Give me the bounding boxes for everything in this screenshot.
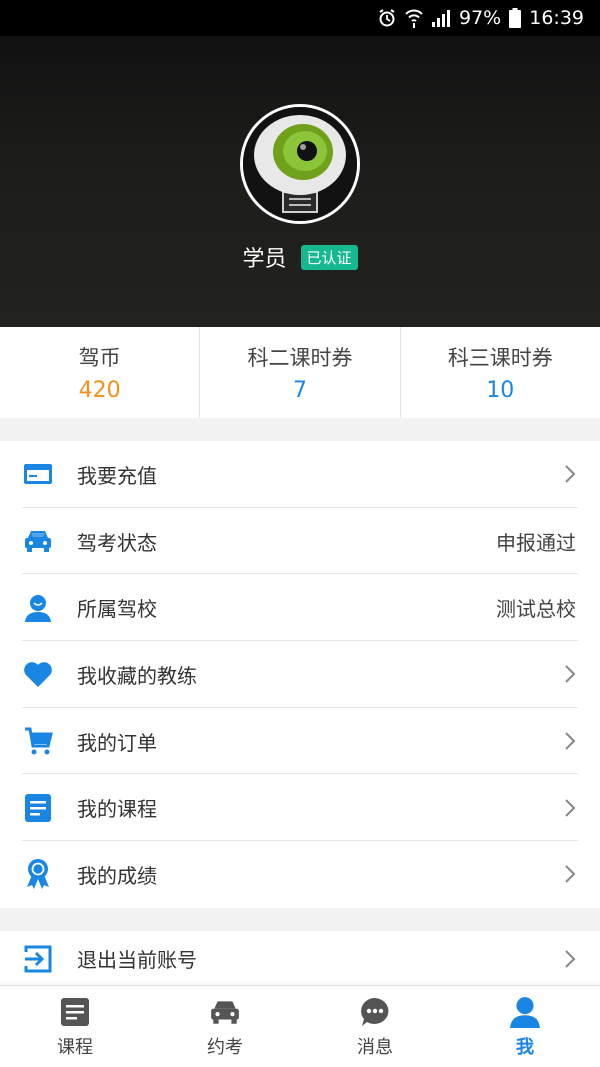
- eye-avatar-image: [243, 107, 357, 221]
- battery-icon: [509, 8, 522, 28]
- stats-bar: 驾币 420 科二课时券 7 科三课时券 10: [0, 327, 600, 418]
- alarm-icon: [377, 8, 397, 28]
- logout-item[interactable]: 退出当前账号: [0, 931, 600, 986]
- verified-badge: 已认证: [300, 244, 358, 270]
- logout-icon: [22, 943, 54, 975]
- stat-value: 10: [486, 378, 515, 403]
- document-icon: [22, 792, 54, 824]
- nav-tab-me[interactable]: 我: [450, 986, 600, 1067]
- document-icon: [58, 995, 92, 1029]
- stat-label: 科三课时券: [447, 346, 553, 370]
- menu-item-favorite-coaches[interactable]: 我收藏的教练: [0, 641, 600, 708]
- logout-label: 退出当前账号: [77, 948, 197, 972]
- chevron-right-icon: [565, 865, 576, 884]
- clock-time: 16:39: [529, 7, 584, 29]
- menu-label: 我的订单: [77, 730, 157, 755]
- nav-label: 我: [516, 1036, 534, 1058]
- user-name: 学员: [242, 247, 287, 272]
- award-icon: [22, 858, 54, 890]
- menu-item-orders[interactable]: 我的订单: [0, 708, 600, 775]
- car-icon: [22, 525, 54, 557]
- nav-label: 约考: [207, 1036, 243, 1058]
- exam-status-value: 申报通过: [496, 530, 576, 555]
- user-info: 学员 已认证: [0, 241, 600, 273]
- nav-label: 课程: [57, 1036, 93, 1058]
- menu-item-exam-status[interactable]: 驾考状态 申报通过: [0, 508, 600, 575]
- bottom-nav: 课程 约考 消息 我: [0, 985, 600, 1067]
- stat-coins[interactable]: 驾币 420: [0, 327, 201, 418]
- chat-icon: [358, 995, 392, 1029]
- stat-subject2-vouchers[interactable]: 科二课时券 7: [200, 327, 401, 418]
- menu-item-driving-school[interactable]: 所属驾校 测试总校: [0, 574, 600, 641]
- battery-percent: 97%: [459, 7, 502, 29]
- menu-label: 驾考状态: [77, 530, 157, 555]
- person-icon: [508, 995, 542, 1029]
- stat-label: 驾币: [78, 346, 121, 370]
- stat-value: 7: [292, 378, 307, 403]
- nav-tab-messages[interactable]: 消息: [300, 986, 450, 1067]
- person-icon: [22, 592, 54, 624]
- wifi-icon: [405, 8, 423, 28]
- avatar[interactable]: [240, 104, 360, 224]
- menu-label: 我收藏的教练: [77, 663, 197, 688]
- chevron-right-icon: [565, 799, 576, 817]
- chevron-right-icon: [565, 732, 576, 750]
- menu-label: 我要充值: [77, 463, 157, 488]
- menu-list: 我要充值 驾考状态 申报通过 所属驾校 测试总校 我收藏的教练 我的订单 我的课…: [0, 441, 600, 908]
- status-bar: 97% 16:39: [0, 0, 600, 36]
- chevron-right-icon: [565, 949, 576, 968]
- cart-icon: [22, 725, 54, 757]
- nav-tab-booking[interactable]: 约考: [150, 986, 300, 1067]
- signal-icon: [431, 9, 451, 27]
- chevron-right-icon: [565, 665, 576, 684]
- chevron-right-icon: [565, 465, 576, 484]
- menu-item-scores[interactable]: 我的成绩: [0, 841, 600, 908]
- menu-item-recharge[interactable]: 我要充值: [0, 441, 600, 508]
- driving-school-value: 测试总校: [496, 597, 576, 622]
- menu-item-courses[interactable]: 我的课程: [0, 774, 600, 841]
- stat-value: 420: [78, 378, 121, 403]
- menu-label: 我的成绩: [77, 863, 157, 888]
- stat-subject3-vouchers[interactable]: 科三课时券 10: [401, 327, 600, 418]
- heart-icon: [22, 658, 54, 690]
- menu-label: 所属驾校: [77, 597, 157, 622]
- credit-card-icon: [22, 458, 54, 490]
- profile-header: 学员 已认证: [0, 36, 600, 327]
- car-icon: [208, 995, 242, 1029]
- nav-label: 消息: [357, 1036, 393, 1058]
- nav-tab-courses[interactable]: 课程: [0, 986, 150, 1067]
- stat-label: 科二课时券: [247, 346, 353, 370]
- menu-label: 我的课程: [77, 797, 157, 822]
